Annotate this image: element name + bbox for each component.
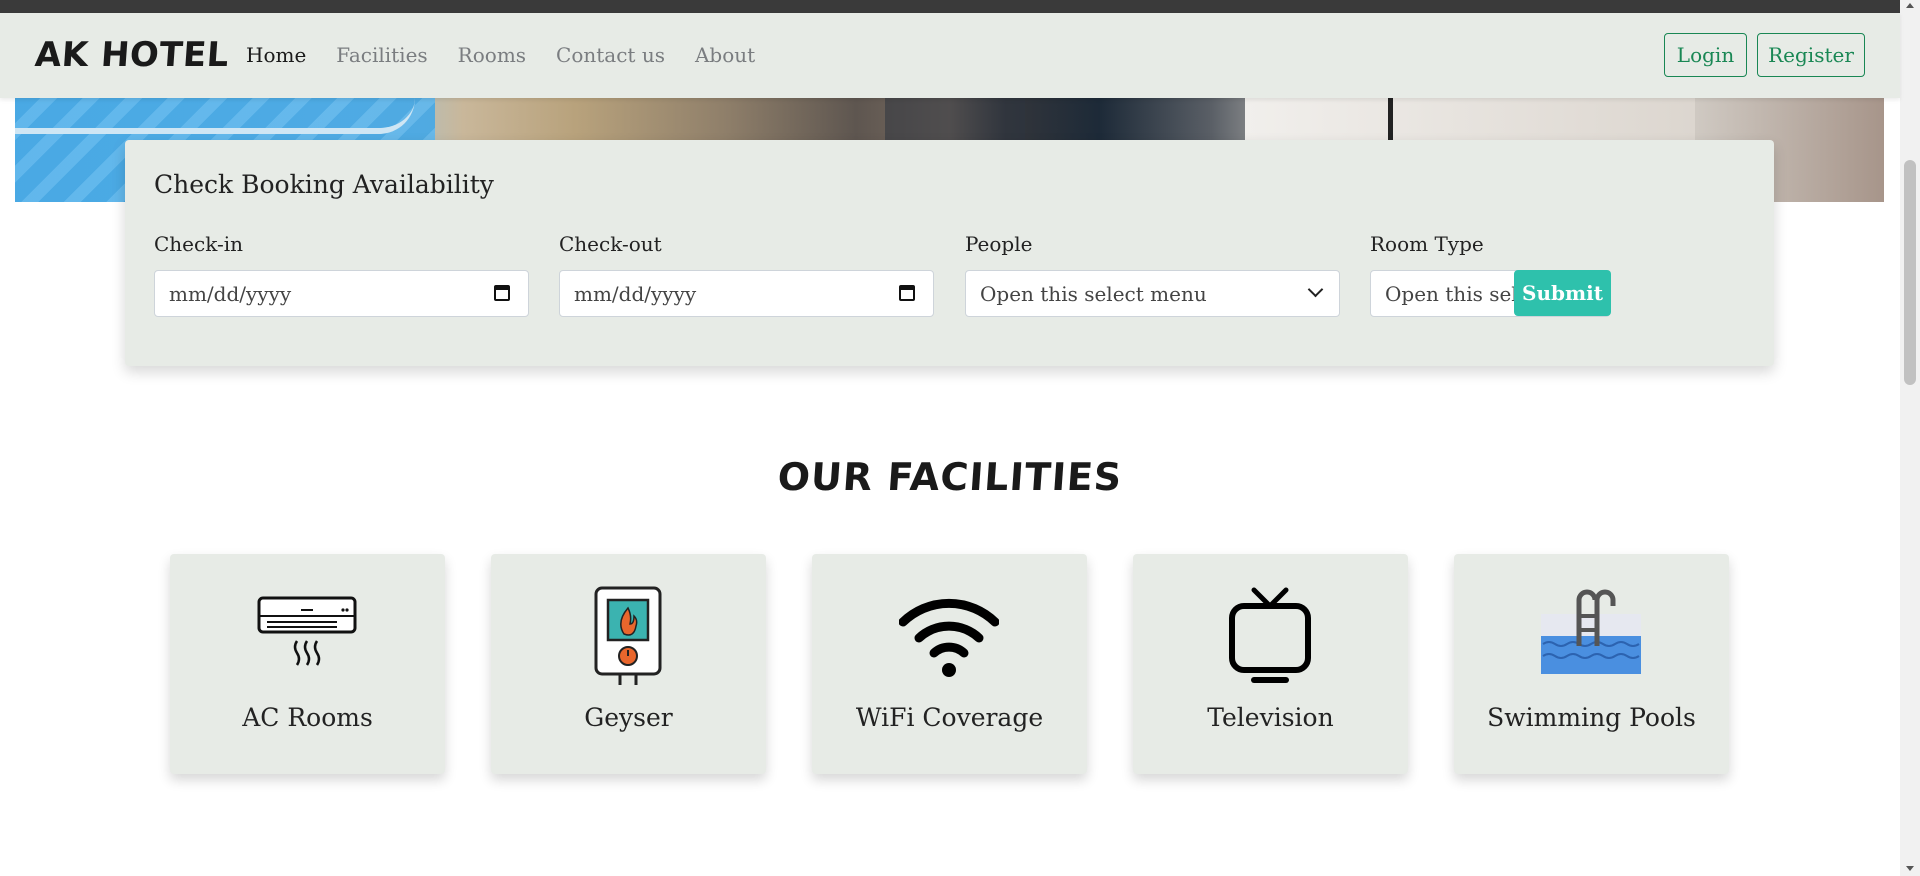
swimming-pool-icon [1541,589,1641,674]
login-button[interactable]: Login [1664,33,1747,77]
booking-availability-card: Check Booking Availability Check-in mm/d… [125,140,1774,366]
facilities-heading: OUR FACILITIES [776,455,1124,499]
people-label: People [965,232,1033,256]
navbar: AK HOTEL Home Facilities Rooms Contact u… [0,13,1900,98]
page-scrollbar[interactable] [1900,0,1920,876]
nav-link-rooms[interactable]: Rooms [458,43,526,67]
checkin-date-input[interactable]: mm/dd/yyyy [154,270,529,317]
checkout-placeholder: mm/dd/yyyy [574,281,697,306]
brand-logo[interactable]: AK HOTEL [34,35,231,75]
checkin-label: Check-in [154,232,244,256]
booking-title: Check Booking Availability [154,170,494,199]
room-type-label: Room Type [1370,232,1484,256]
hero-pool-edge [15,98,415,134]
scrollbar-thumb[interactable] [1904,160,1916,385]
scroll-down-arrow-icon[interactable] [1906,866,1914,871]
geyser-icon [594,586,662,685]
register-button[interactable]: Register [1757,33,1865,77]
chevron-down-icon [1307,281,1324,298]
checkin-placeholder: mm/dd/yyyy [169,281,292,306]
nav-link-home[interactable]: Home [246,43,306,67]
facility-card-geyser: Geyser [491,554,766,774]
submit-button[interactable]: Submit [1514,270,1611,316]
television-icon [1229,587,1311,683]
checkout-label: Check-out [559,232,662,256]
calendar-icon[interactable] [899,285,915,301]
facility-label: Television [1207,703,1334,732]
facility-card-swimming-pools: Swimming Pools [1454,554,1729,774]
nav-links: Home Facilities Rooms Contact us About [246,43,755,67]
facility-label: Geyser [584,703,673,732]
air-conditioner-icon [257,596,357,666]
facility-label: Swimming Pools [1487,703,1696,732]
facility-label: AC Rooms [242,703,373,732]
browser-top-strip [0,0,1920,13]
calendar-icon[interactable] [494,285,510,301]
scroll-up-arrow-icon[interactable] [1906,3,1914,8]
facility-label: WiFi Coverage [855,703,1044,732]
people-selected-value: Open this select menu [980,281,1207,306]
nav-link-contact-us[interactable]: Contact us [556,43,665,67]
wifi-icon [899,598,999,677]
facility-card-ac-rooms: AC Rooms [170,554,445,774]
nav-link-facilities[interactable]: Facilities [336,43,427,67]
checkout-date-input[interactable]: mm/dd/yyyy [559,270,934,317]
nav-link-about[interactable]: About [695,43,755,67]
facility-card-wifi: WiFi Coverage [812,554,1087,774]
facility-card-television: Television [1133,554,1408,774]
people-select[interactable]: Open this select menu [965,270,1340,317]
